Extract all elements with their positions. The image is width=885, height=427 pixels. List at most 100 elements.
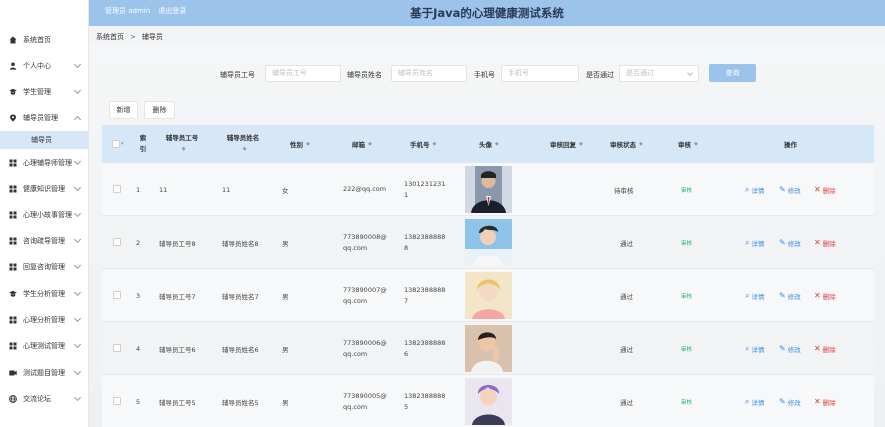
sidebar-item-consult-guide[interactable]: 咨询疏导管理	[0, 228, 89, 254]
audit-link[interactable]: 审核	[681, 239, 692, 247]
gender-header[interactable]: 性别 ◆	[290, 125, 310, 163]
sort-icon[interactable]: ◆	[433, 141, 437, 147]
search-icon: ⌕	[745, 343, 750, 353]
row-gender: 男	[282, 345, 289, 354]
delete-row-button[interactable]: ✕ 删除	[814, 322, 836, 375]
sidebar: 系统首页 个人中心 学生管理 辅导员管理 辅导员 心理辅导师管理 健康知识管理 …	[0, 0, 89, 427]
edit-button[interactable]: ✎ 修改	[779, 322, 801, 375]
sidebar-item-forum[interactable]: 交流论坛	[0, 386, 89, 412]
delete-row-button[interactable]: ✕ 删除	[814, 216, 836, 269]
grid-icon	[9, 316, 17, 324]
query-button[interactable]: 查询	[709, 64, 756, 82]
sidebar-item-label: 咨询疏导管理	[23, 237, 65, 245]
emp-no-input[interactable]: 辅导员工号	[265, 65, 341, 82]
edit-icon: ✎	[779, 238, 786, 247]
delete-label: 删除	[822, 345, 836, 354]
row-checkbox[interactable]	[113, 291, 121, 299]
delete-label: 删除	[822, 292, 836, 301]
sidebar-item-psych-test[interactable]: 心理测试管理	[0, 333, 89, 359]
row-name: 辅导员姓名7	[222, 292, 259, 301]
row-status: 通过	[620, 239, 633, 248]
audit-link[interactable]: 审核	[681, 398, 692, 406]
avatar-header-label: 头像	[479, 141, 492, 149]
avatar-header[interactable]: 头像 ◆	[479, 125, 499, 163]
audit-header-label: 审核	[678, 141, 691, 149]
detail-button[interactable]: ⌕ 详情	[745, 216, 764, 269]
name-input[interactable]: 辅导员姓名	[391, 65, 467, 82]
sidebar-item-psych-analysis[interactable]: 心理分析管理	[0, 307, 89, 333]
sidebar-item-student-analysis[interactable]: 学生分析管理	[0, 281, 89, 307]
select-all-column[interactable]: ▾	[112, 125, 124, 163]
delete-row-button[interactable]: ✕ 删除	[814, 375, 836, 427]
avatar	[465, 272, 512, 319]
row-email-line1: 773890005@	[343, 391, 387, 400]
audit-link[interactable]: 审核	[681, 186, 692, 194]
sidebar-item-reply-consult[interactable]: 回复咨询管理	[0, 254, 89, 280]
pass-select[interactable]: 是否通过	[619, 65, 699, 82]
sidebar-item-psych-tutor[interactable]: 心理辅导师管理	[0, 150, 89, 176]
row-checkbox[interactable]	[113, 238, 121, 246]
row-email: 222@qq.com	[343, 163, 386, 216]
row-checkbox[interactable]	[113, 397, 121, 405]
avatar	[465, 378, 512, 425]
audit-link[interactable]: 审核	[681, 345, 692, 353]
grid-icon	[9, 237, 17, 245]
sidebar-item-counselors[interactable]: 辅导员管理	[0, 105, 89, 131]
row-audit[interactable]: 审核	[681, 163, 692, 216]
row-audit[interactable]: 审核	[681, 216, 692, 269]
sort-icon[interactable]: ◆	[243, 144, 247, 155]
edit-button[interactable]: ✎ 修改	[779, 163, 801, 216]
email-header[interactable]: 邮箱 ◆	[352, 125, 372, 163]
row-phone: 1301231231 1	[404, 163, 445, 216]
sort-icon[interactable]: ◆	[639, 141, 643, 147]
sort-icon[interactable]: ◆	[306, 141, 310, 147]
sort-icon[interactable]: ◆	[182, 144, 186, 155]
detail-button[interactable]: ⌕ 详情	[745, 375, 764, 427]
sidebar-item-stories[interactable]: 心理小故事管理	[0, 202, 89, 228]
sidebar-item-home[interactable]: 系统首页	[0, 27, 89, 53]
row-audit[interactable]: 审核	[681, 375, 692, 427]
audit-link[interactable]: 审核	[681, 292, 692, 300]
audit-header[interactable]: 审核 ◆	[678, 125, 698, 163]
edit-button[interactable]: ✎ 修改	[779, 375, 801, 427]
sort-icon[interactable]: ◆	[694, 141, 698, 147]
sidebar-item-students[interactable]: 学生管理	[0, 79, 89, 105]
delete-button[interactable]: 删除	[144, 101, 175, 119]
phone-input[interactable]: 手机号	[501, 65, 579, 82]
row-audit[interactable]: 审核	[681, 322, 692, 375]
edit-button[interactable]: ✎ 修改	[779, 269, 801, 322]
reply-header[interactable]: 审核回复 ◆	[550, 125, 583, 163]
sidebar-item-health-knowledge[interactable]: 健康知识管理	[0, 176, 89, 202]
detail-button[interactable]: ⌕ 详情	[745, 322, 764, 375]
breadcrumb-home[interactable]: 系统首页	[96, 33, 124, 41]
row-checkbox[interactable]	[113, 344, 121, 352]
edit-icon: ✎	[779, 185, 786, 194]
detail-button[interactable]: ⌕ 详情	[745, 269, 764, 322]
emp-no-header[interactable]: 辅导员工号 ◆	[162, 125, 202, 163]
delete-row-button[interactable]: ✕ 删除	[814, 163, 836, 216]
sidebar-item-label: 测试题目管理	[23, 369, 65, 377]
sort-icon[interactable]: ◆	[495, 141, 499, 147]
phone-header[interactable]: 手机号 ◆	[410, 125, 436, 163]
app-title: 基于Java的心理健康测试系统	[410, 6, 564, 20]
select-all-checkbox[interactable]	[112, 140, 120, 148]
edit-label: 修改	[787, 292, 801, 301]
close-icon: ✕	[814, 397, 821, 406]
sidebar-subitem-counselor[interactable]: 辅导员	[0, 131, 89, 149]
sidebar-item-test-questions[interactable]: 测试题目管理	[0, 360, 89, 386]
table-row: 2 辅导员工号8 辅导员姓名8 男 773890008@ qq.com 1382…	[102, 216, 874, 269]
edit-button[interactable]: ✎ 修改	[779, 216, 801, 269]
name-header[interactable]: 辅导员姓名 ◆	[222, 125, 264, 163]
sort-icon[interactable]: ◆	[368, 141, 372, 147]
edit-icon: ✎	[779, 397, 786, 406]
delete-row-button[interactable]: ✕ 删除	[814, 269, 836, 322]
status-header[interactable]: 审核状态 ◆	[610, 125, 643, 163]
detail-button[interactable]: ⌕ 详情	[745, 163, 764, 216]
row-audit[interactable]: 审核	[681, 269, 692, 322]
row-checkbox[interactable]	[113, 185, 121, 193]
sidebar-item-profile[interactable]: 个人中心	[0, 53, 89, 79]
sidebar-item-label: 心理小故事管理	[23, 211, 72, 219]
add-button[interactable]: 新增	[109, 101, 138, 119]
row-email-line1: 773890006@	[343, 338, 387, 347]
sort-icon[interactable]: ◆	[579, 141, 583, 147]
